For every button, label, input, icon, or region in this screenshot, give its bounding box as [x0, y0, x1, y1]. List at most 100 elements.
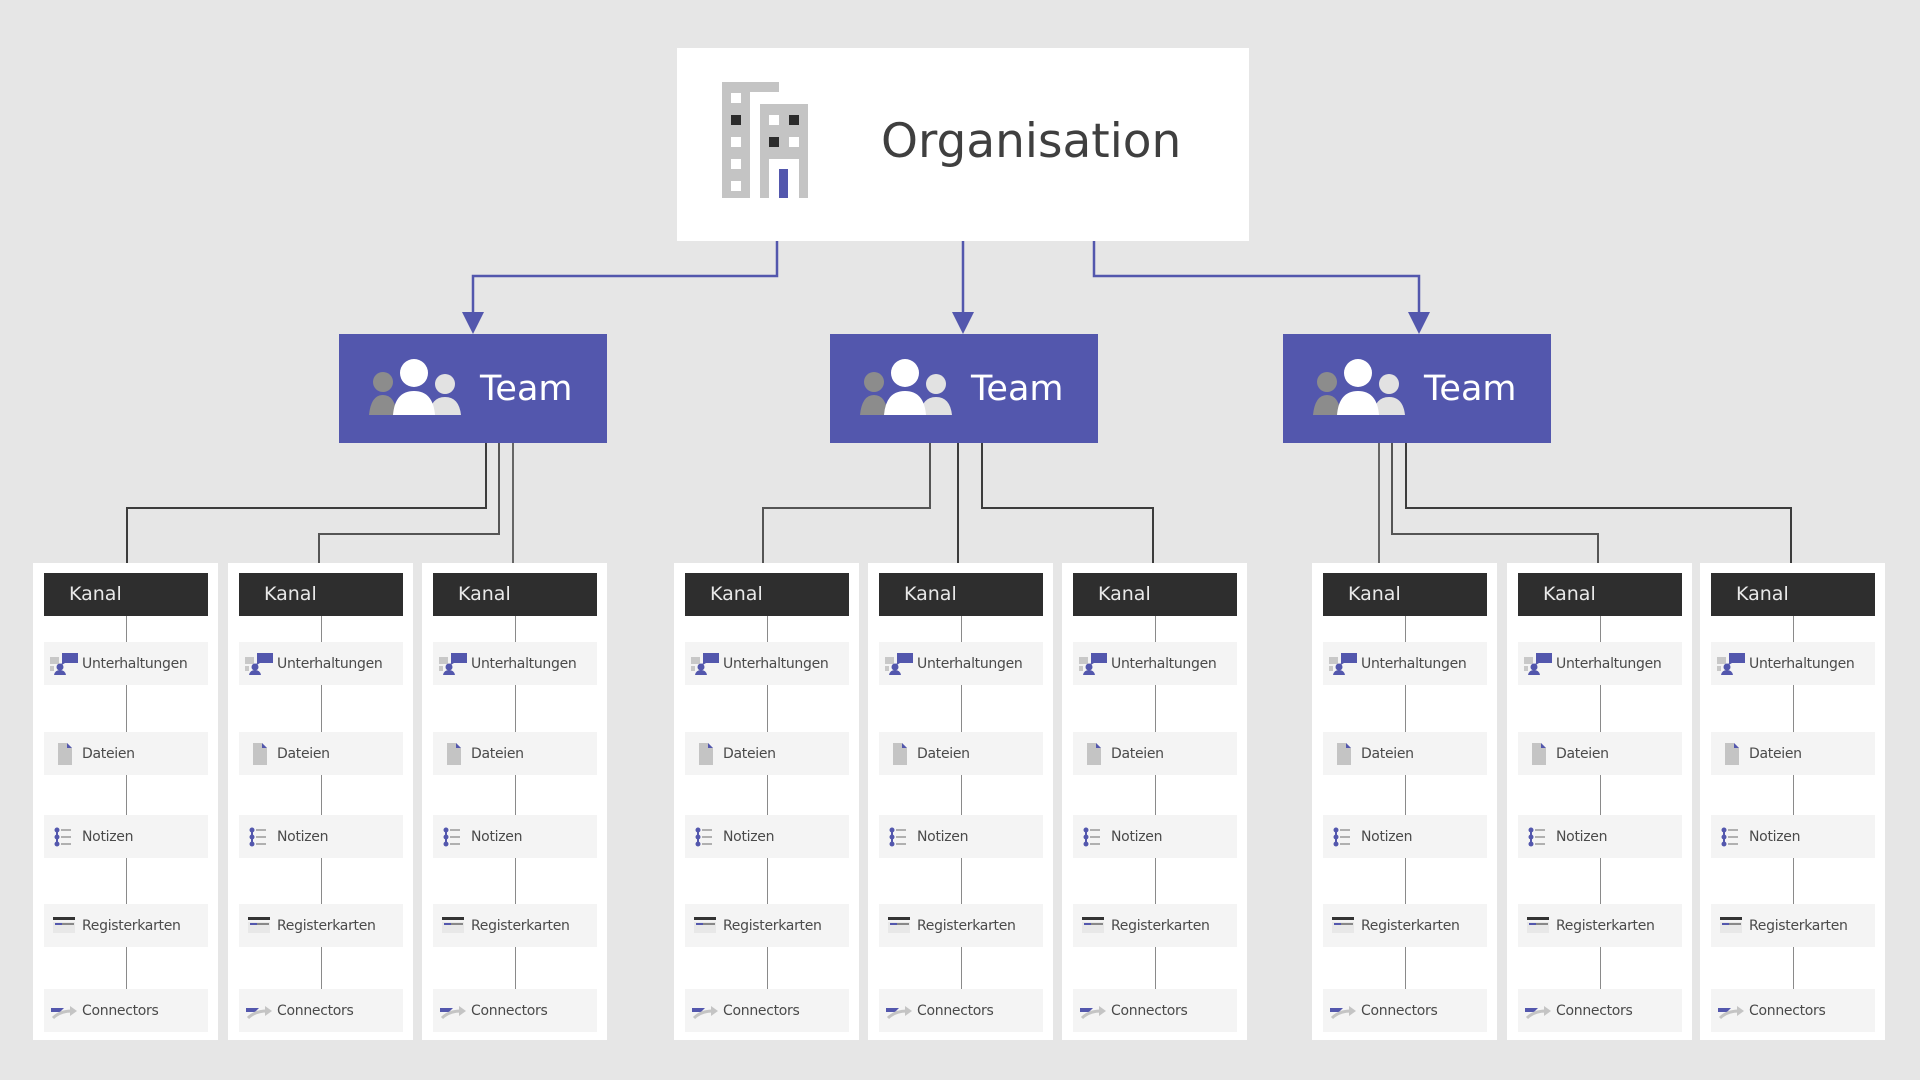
conversations-icon	[1079, 652, 1109, 675]
people-icon	[1313, 359, 1405, 415]
channel-item: Registerkarten	[44, 904, 208, 947]
channel-card: Kanal Unterhaltungen Dateien Notizen Registe…	[228, 563, 413, 1040]
notes-list-icon	[1329, 826, 1359, 848]
notes-list-icon	[1524, 826, 1554, 848]
channel-item-label: Registerkarten	[1361, 917, 1460, 934]
connector-arrow-icon	[1524, 1000, 1554, 1022]
tabs-icon	[885, 915, 915, 937]
channel-item: Registerkarten	[1518, 904, 1682, 947]
channel-item: Registerkarten	[433, 904, 597, 947]
channel-item: Notizen	[239, 815, 403, 858]
channel-item-label: Dateien	[1749, 745, 1802, 762]
conversations-icon	[1717, 652, 1747, 675]
channel-item-label: Connectors	[1556, 1002, 1633, 1019]
file-icon	[1717, 742, 1747, 765]
conversations-icon	[1524, 652, 1554, 675]
channel-item: Dateien	[1711, 732, 1875, 775]
channel-item: Unterhaltungen	[1711, 642, 1875, 685]
connector-arrow-icon	[1717, 1000, 1747, 1022]
channel-item-label: Unterhaltungen	[82, 655, 188, 672]
team-label: Team	[480, 369, 573, 409]
channel-item-label: Dateien	[1111, 745, 1164, 762]
notes-list-icon	[691, 826, 721, 848]
channel-item: Dateien	[44, 732, 208, 775]
channel-item-label: Unterhaltungen	[1749, 655, 1855, 672]
team-2-channel-3-connector	[981, 443, 1154, 573]
channel-item: Dateien	[685, 732, 849, 775]
file-icon	[1079, 742, 1109, 765]
notes-list-icon	[1717, 826, 1747, 848]
channel-item: Dateien	[239, 732, 403, 775]
channel-item: Notizen	[685, 815, 849, 858]
file-icon	[1329, 742, 1359, 765]
conversations-icon	[245, 652, 275, 675]
channel-item-label: Notizen	[471, 828, 523, 845]
team-label: Team	[1424, 369, 1517, 409]
tabs-icon	[1524, 915, 1554, 937]
connector-arrow-icon	[885, 1000, 915, 1022]
channel-item-label: Unterhaltungen	[471, 655, 577, 672]
org-to-team-3-connector	[1092, 241, 1421, 326]
channel-header: Kanal	[1323, 573, 1487, 616]
tabs-icon	[691, 915, 721, 937]
channel-item-label: Dateien	[471, 745, 524, 762]
channel-item-label: Connectors	[917, 1002, 994, 1019]
channel-item: Unterhaltungen	[879, 642, 1043, 685]
channel-card: Kanal Unterhaltungen Dateien Notizen Registe…	[422, 563, 607, 1040]
channel-header: Kanal	[1073, 573, 1237, 616]
team-2-channel-1-connector	[762, 443, 931, 573]
channel-item-label: Unterhaltungen	[1111, 655, 1217, 672]
channel-item-label: Notizen	[277, 828, 329, 845]
channel-item-label: Registerkarten	[1749, 917, 1848, 934]
channel-item: Notizen	[44, 815, 208, 858]
organisation-node: Organisation	[677, 48, 1249, 241]
channel-item: Dateien	[1323, 732, 1487, 775]
notes-list-icon	[1079, 826, 1109, 848]
channel-item-label: Registerkarten	[917, 917, 1016, 934]
people-icon	[369, 359, 461, 415]
conversations-icon	[885, 652, 915, 675]
channel-item-label: Unterhaltungen	[917, 655, 1023, 672]
channel-item-label: Dateien	[917, 745, 970, 762]
channel-item: Notizen	[879, 815, 1043, 858]
file-icon	[1524, 742, 1554, 765]
channel-item: Notizen	[1323, 815, 1487, 858]
channel-item: Connectors	[1323, 989, 1487, 1032]
channel-card: Kanal Unterhaltungen Dateien Notizen Registe…	[1507, 563, 1692, 1040]
channel-item: Connectors	[879, 989, 1043, 1032]
channel-item-label: Dateien	[277, 745, 330, 762]
connector-arrow-icon	[1079, 1000, 1109, 1022]
channel-item-label: Notizen	[1111, 828, 1163, 845]
notes-list-icon	[50, 826, 80, 848]
channel-item-label: Registerkarten	[723, 917, 822, 934]
channel-item-label: Connectors	[82, 1002, 159, 1019]
channel-item-label: Notizen	[1749, 828, 1801, 845]
file-icon	[691, 742, 721, 765]
channel-header: Kanal	[1518, 573, 1682, 616]
channel-item-label: Registerkarten	[1556, 917, 1655, 934]
channel-card: Kanal Unterhaltungen Dateien Notizen Registe…	[868, 563, 1053, 1040]
channel-item: Registerkarten	[239, 904, 403, 947]
file-icon	[245, 742, 275, 765]
conversations-icon	[439, 652, 469, 675]
channel-item-label: Registerkarten	[277, 917, 376, 934]
channel-item-label: Notizen	[1556, 828, 1608, 845]
channel-item: Connectors	[1518, 989, 1682, 1032]
org-to-team-1-connector	[471, 241, 779, 326]
team-1-channel-1-connector	[126, 443, 487, 573]
channel-item: Connectors	[685, 989, 849, 1032]
notes-list-icon	[885, 826, 915, 848]
channel-item-label: Dateien	[82, 745, 135, 762]
connector-arrow-icon	[1329, 1000, 1359, 1022]
channel-item: Registerkarten	[879, 904, 1043, 947]
channel-item: Registerkarten	[1711, 904, 1875, 947]
channel-item: Registerkarten	[685, 904, 849, 947]
channel-item: Connectors	[239, 989, 403, 1032]
channel-item: Notizen	[433, 815, 597, 858]
team-node-1: Team	[339, 334, 607, 443]
notes-list-icon	[439, 826, 469, 848]
tabs-icon	[439, 915, 469, 937]
arrow-head-team-1	[462, 312, 484, 334]
channel-card: Kanal Unterhaltungen Dateien Notizen Registe…	[1312, 563, 1497, 1040]
channel-header: Kanal	[879, 573, 1043, 616]
